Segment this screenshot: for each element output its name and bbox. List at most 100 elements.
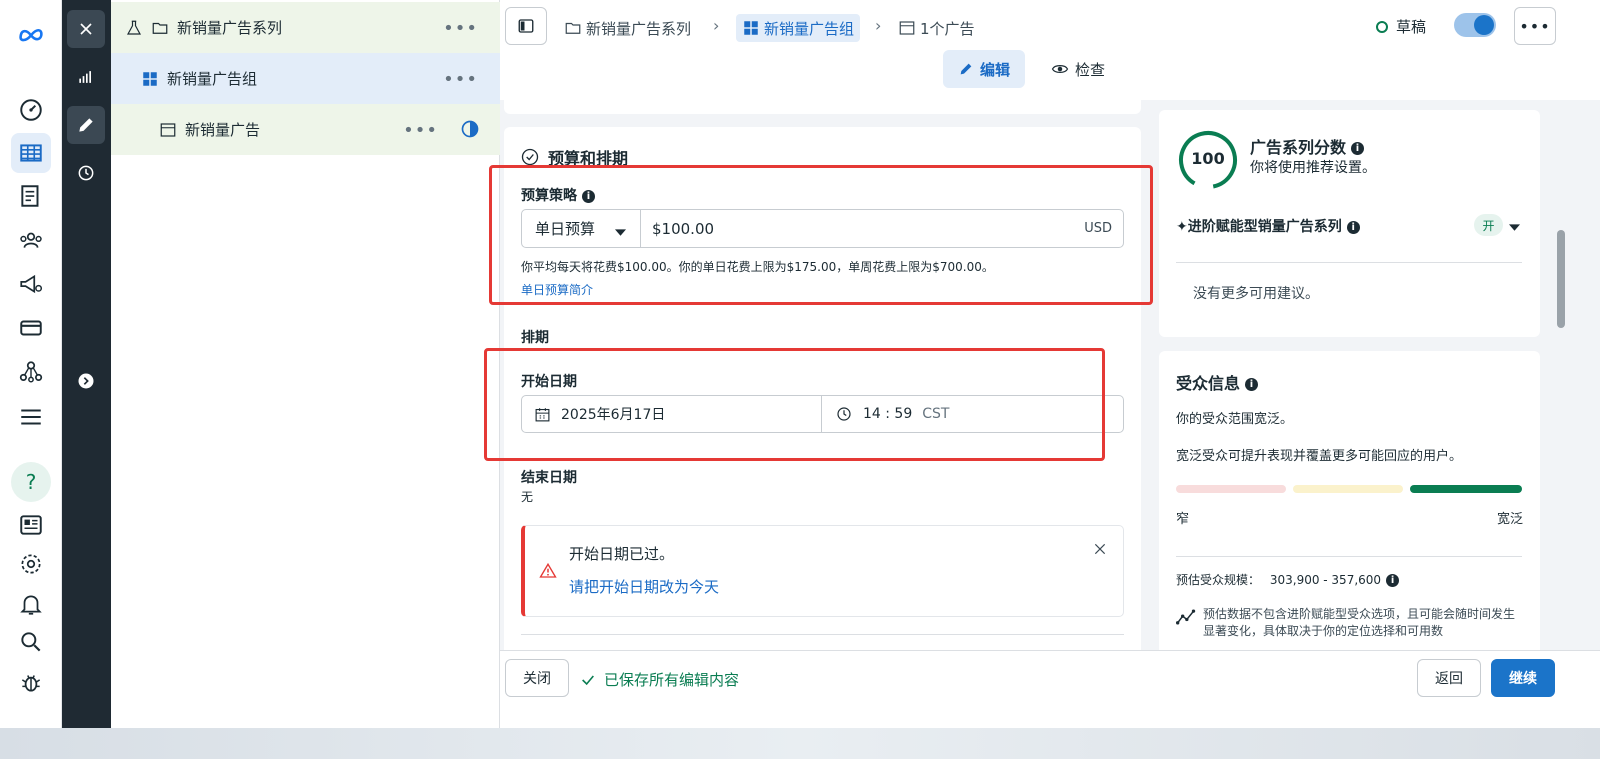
breadcrumb-campaign[interactable]: 新销量广告系列: [564, 14, 691, 42]
ad-frame-icon: [159, 121, 177, 139]
end-date-label: 结束日期: [521, 470, 577, 486]
meter-broad-label: 宽泛: [1496, 512, 1523, 527]
table-icon[interactable]: [11, 133, 51, 173]
audience-icon[interactable]: [11, 220, 51, 260]
breadcrumb-adset[interactable]: 新销量广告组: [736, 14, 861, 42]
alert-message: 开始日期已过。: [569, 545, 675, 563]
eye-icon: [1051, 65, 1069, 73]
info-icon[interactable]: i: [1386, 574, 1400, 587]
help-icon[interactable]: ?: [11, 462, 51, 502]
audience-line1: 你的受众范围宽泛。: [1176, 412, 1294, 427]
expand-icon[interactable]: [67, 362, 105, 400]
megaphone-icon[interactable]: [11, 264, 51, 304]
tab-review[interactable]: 检查: [1043, 50, 1113, 88]
more-options-icon[interactable]: •••: [443, 69, 478, 90]
sidebar-icon: [518, 19, 534, 33]
tree-adset-row[interactable]: 新销量广告组 •••: [111, 53, 500, 104]
audience-size-label: 预估受众规模：: [1176, 573, 1261, 587]
folder-icon: [151, 19, 169, 37]
settings-icon[interactable]: [11, 544, 51, 584]
divider: [1176, 556, 1522, 557]
no-more-suggestions: 没有更多可用建议。: [1193, 286, 1319, 302]
save-status-label: 已保存所有编辑内容: [604, 671, 740, 689]
continue-button[interactable]: 继续: [1491, 659, 1555, 697]
flask-icon: [125, 19, 143, 37]
breadcrumb-ad[interactable]: 1个广告: [898, 14, 975, 42]
network-icon[interactable]: [11, 352, 51, 392]
trend-icon: [1176, 608, 1196, 630]
dashboard-icon[interactable]: [11, 90, 51, 130]
tree-campaign-row[interactable]: 新销量广告系列 •••: [111, 2, 500, 53]
billing-icon[interactable]: [11, 308, 51, 348]
close-button[interactable]: 关闭: [505, 659, 569, 697]
check-icon: [582, 674, 594, 685]
end-date-value: 无: [521, 490, 534, 504]
alert-action-link[interactable]: 请把开始日期改为今天: [569, 576, 719, 597]
highlight-box-budget: [489, 165, 1153, 305]
bottom-action-bar: 关闭 已保存所有编辑内容 返回 继续: [500, 650, 1600, 728]
campaign-toggle[interactable]: [1454, 13, 1496, 37]
tree-adset-label: 新销量广告组: [167, 70, 258, 88]
tree-ad-row[interactable]: 新销量广告 •••: [111, 104, 500, 155]
score-value: 100: [1191, 149, 1225, 168]
warning-icon: [539, 562, 557, 584]
half-circle-icon[interactable]: [460, 119, 480, 143]
audience-size-value: 303,900 - 357,600: [1269, 573, 1382, 587]
close-icon[interactable]: [67, 10, 105, 48]
audience-note: 预估数据不包含进阶赋能型受众选项，且可能会随时间发生显著变化，具体取决于你的定位…: [1203, 607, 1516, 638]
grid-icon: [141, 70, 159, 88]
campaign-score-card: 100 广告系列分数 i 你将使用推荐设置。 ✦进阶赋能型销量广告系列 i 开 没有…: [1159, 110, 1540, 337]
advantage-status-badge: 开: [1474, 214, 1503, 236]
audience-title-text: 受众信息: [1176, 374, 1241, 393]
info-icon[interactable]: i: [1351, 142, 1365, 155]
save-status: 已保存所有编辑内容: [580, 669, 739, 690]
score-title: 广告系列分数 i: [1250, 134, 1365, 158]
highlight-box-start-date: [484, 348, 1105, 461]
history-icon[interactable]: [67, 154, 105, 192]
more-options-icon[interactable]: •••: [443, 18, 478, 39]
search-icon[interactable]: [11, 622, 51, 662]
meter-narrow-label: 窄: [1176, 512, 1190, 527]
info-icon[interactable]: i: [1245, 378, 1259, 391]
ad-frame-icon: [899, 21, 915, 35]
back-button[interactable]: 返回: [1417, 659, 1481, 697]
tab-edit[interactable]: 编辑: [943, 50, 1025, 88]
advantage-label: ✦进阶赋能型销量广告系列: [1176, 219, 1342, 235]
chevron-right-icon: ›: [713, 16, 720, 35]
tab-edit-label: 编辑: [979, 60, 1010, 79]
toggle-panel-button[interactable]: [505, 7, 547, 45]
menu-icon[interactable]: [11, 397, 51, 437]
bug-icon[interactable]: [11, 662, 51, 702]
bell-icon[interactable]: [11, 584, 51, 624]
chevron-right-icon: ›: [875, 16, 882, 35]
info-icon[interactable]: i: [1346, 220, 1360, 234]
desktop-strip: [0, 728, 1600, 759]
catalog-icon[interactable]: [11, 176, 51, 216]
check-circle-icon: [521, 148, 539, 166]
pencil-icon[interactable]: [67, 106, 105, 144]
more-menu-button[interactable]: •••: [1514, 7, 1556, 45]
close-icon[interactable]: [1093, 542, 1107, 560]
scrollbar-thumb[interactable]: [1557, 230, 1565, 328]
global-nav: ?: [0, 0, 62, 728]
score-subtitle: 你将使用推荐设置。: [1250, 160, 1376, 176]
divider: [521, 634, 1124, 635]
chart-icon[interactable]: [67, 58, 105, 96]
audience-line2: 宽泛受众可提升表现并覆盖更多可能回应的用户。: [1176, 449, 1463, 464]
caret-down-icon[interactable]: [1509, 220, 1520, 236]
more-options-icon[interactable]: •••: [403, 120, 438, 141]
breadcrumb-campaign-label: 新销量广告系列: [586, 19, 692, 38]
news-icon[interactable]: [11, 505, 51, 545]
main-editor: 新销量广告系列 › 新销量广告组 › 1个广告 草稿 ••• 编辑 检查 预算和…: [484, 0, 1600, 728]
grid-icon: [744, 21, 758, 35]
tool-rail: [62, 0, 111, 728]
tree-ad-label: 新销量广告: [185, 121, 261, 139]
status-indicator: 草稿: [1376, 16, 1426, 37]
meta-logo-icon[interactable]: [11, 14, 51, 54]
divider: [1176, 262, 1522, 263]
pencil-icon: [960, 63, 972, 75]
advantage-row[interactable]: ✦进阶赋能型销量广告系列 i: [1176, 216, 1360, 236]
audience-card: 受众信息 i 你的受众范围宽泛。 宽泛受众可提升表现并覆盖更多可能回应的用户。 窄…: [1159, 351, 1540, 650]
audience-title: 受众信息 i: [1176, 370, 1259, 394]
top-bar: 新销量广告系列 › 新销量广告组 › 1个广告 草稿 ••• 编辑 检查: [500, 0, 1600, 100]
